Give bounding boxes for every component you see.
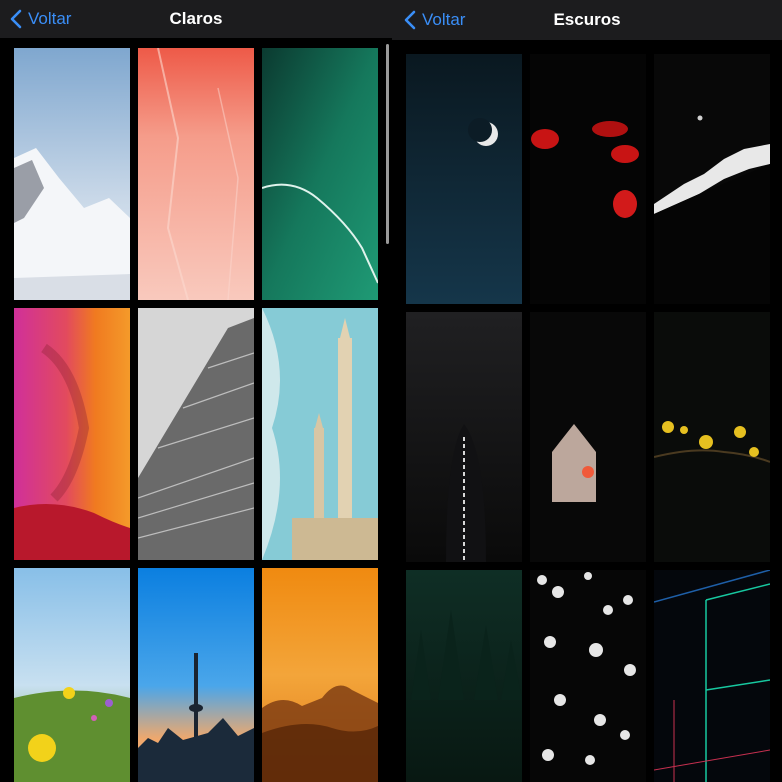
nav-bar-dark: Voltar Escuros bbox=[392, 0, 782, 40]
wallpaper-city-tv-tower-image bbox=[138, 568, 254, 782]
wallpaper-neon-grid-room[interactable] bbox=[654, 570, 770, 782]
wallpaper-red-jellyfish[interactable] bbox=[530, 54, 646, 304]
wallpaper-colorful-fabrics-image bbox=[14, 308, 130, 560]
nav-bar-light: Voltar Claros bbox=[0, 0, 392, 38]
wallpaper-yellow-blossoms[interactable] bbox=[654, 312, 770, 562]
wallpaper-wildflower-meadow-image bbox=[14, 568, 130, 782]
wallpaper-dark-mountain-image bbox=[654, 54, 770, 304]
wallpaper-dark-tower-image bbox=[406, 312, 522, 562]
wallpaper-crescent-moon[interactable] bbox=[406, 54, 522, 304]
wallpaper-mosque-towers[interactable] bbox=[262, 308, 378, 560]
dark-wallpapers-panel: Voltar Escuros bbox=[392, 0, 782, 782]
light-wallpapers-panel: Voltar Claros bbox=[0, 0, 392, 782]
wallpaper-green-water[interactable] bbox=[262, 48, 378, 300]
wallpaper-city-tv-tower[interactable] bbox=[138, 568, 254, 782]
wallpaper-snowy-mountain[interactable] bbox=[14, 48, 130, 300]
wallpaper-yellow-blossoms-image bbox=[654, 312, 770, 562]
wallpaper-white-flowers[interactable] bbox=[530, 570, 646, 782]
scrollbar[interactable] bbox=[386, 44, 389, 244]
wallpaper-colorful-fabrics[interactable] bbox=[14, 308, 130, 560]
back-label: Voltar bbox=[28, 9, 72, 28]
wallpaper-stone-pyramid[interactable] bbox=[138, 308, 254, 560]
wallpaper-pink-marble[interactable] bbox=[138, 48, 254, 300]
wallpaper-green-water-image bbox=[262, 48, 378, 300]
wallpaper-red-jellyfish-image bbox=[530, 54, 646, 304]
wallpaper-neon-grid-room-image bbox=[654, 570, 770, 782]
wallpaper-dark-forest[interactable] bbox=[406, 570, 522, 782]
wallpaper-arch-sunset[interactable] bbox=[530, 312, 646, 562]
wallpaper-orange-sunset-hills-image bbox=[262, 568, 378, 782]
wallpaper-snowy-mountain-image bbox=[14, 48, 130, 300]
wallpaper-pink-marble-image bbox=[138, 48, 254, 300]
wallpaper-crescent-moon-image bbox=[406, 54, 522, 304]
wallpaper-wildflower-meadow[interactable] bbox=[14, 568, 130, 782]
wallpaper-stone-pyramid-image bbox=[138, 308, 254, 560]
wallpaper-orange-sunset-hills[interactable] bbox=[262, 568, 378, 782]
back-label: Voltar bbox=[422, 10, 466, 29]
chevron-left-icon bbox=[10, 9, 22, 29]
wallpaper-arch-sunset-image bbox=[530, 312, 646, 562]
back-button-light[interactable]: Voltar bbox=[10, 0, 71, 38]
wallpaper-dark-mountain[interactable] bbox=[654, 54, 770, 304]
wallpaper-dark-forest-image bbox=[406, 570, 522, 782]
wallpaper-dark-tower[interactable] bbox=[406, 312, 522, 562]
back-button-dark[interactable]: Voltar bbox=[404, 0, 465, 40]
wallpaper-mosque-towers-image bbox=[262, 308, 378, 560]
chevron-left-icon bbox=[404, 10, 416, 30]
wallpaper-white-flowers-image bbox=[530, 570, 646, 782]
